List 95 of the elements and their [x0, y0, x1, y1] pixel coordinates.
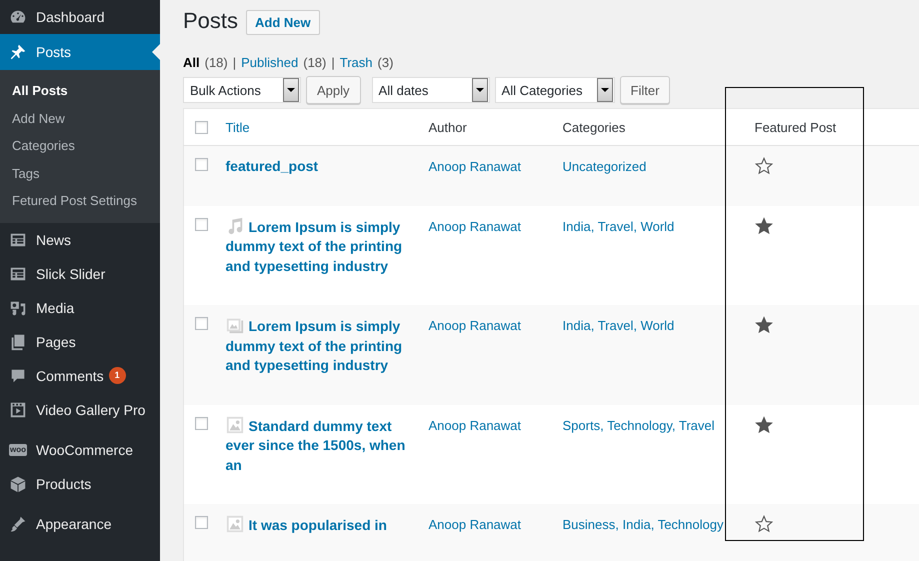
- list-icon: [9, 230, 27, 248]
- post-title-link[interactable]: Standard dummy text ever since the 1500s, when an: [226, 416, 410, 475]
- separator: |: [232, 54, 236, 70]
- author-link[interactable]: Anoop Ranawat: [428, 218, 522, 234]
- star-icon[interactable]: [754, 157, 772, 175]
- menu-item[interactable]: News: [0, 222, 160, 256]
- view-count: (18): [303, 54, 326, 70]
- menu-item[interactable]: Video Gallery Pro: [0, 392, 160, 426]
- pin-icon: [9, 43, 27, 61]
- category-link[interactable]: India,: [562, 318, 594, 333]
- media-icon: [9, 298, 27, 316]
- submenu-item[interactable]: All Posts: [0, 77, 160, 104]
- category-link[interactable]: India,: [622, 517, 654, 532]
- separator: |: [331, 54, 335, 70]
- category-link[interactable]: World: [640, 218, 674, 234]
- video-icon: [9, 400, 27, 418]
- menu-label: Media: [36, 300, 74, 316]
- menu-item[interactable]: Slick Slider: [0, 256, 160, 290]
- menu-item[interactable]: Posts: [0, 34, 160, 70]
- checkbox[interactable]: [195, 317, 208, 330]
- submenu-item[interactable]: Add New: [0, 104, 160, 132]
- count-badge: 1: [108, 367, 126, 384]
- category-link[interactable]: Uncategorized: [562, 159, 646, 174]
- apply-button[interactable]: Apply: [306, 76, 361, 104]
- pages-icon: [9, 332, 27, 350]
- page-title: Posts: [183, 8, 238, 34]
- view-count: (18): [204, 54, 228, 70]
- box-icon: [9, 474, 27, 492]
- author-link[interactable]: Anoop Ranawat: [428, 517, 522, 532]
- list-icon: [9, 264, 27, 282]
- brush-icon: [9, 514, 27, 532]
- column-header: Author: [428, 120, 467, 134]
- image-icon: [226, 416, 244, 434]
- view-count: (3): [378, 54, 394, 70]
- caret-icon: [283, 78, 299, 102]
- view-link[interactable]: Published: [241, 54, 298, 70]
- menu-label: Comments: [36, 368, 104, 384]
- filter-button[interactable]: Filter: [620, 76, 670, 104]
- menu-label: WooCommerce: [36, 442, 133, 458]
- caret-icon: [472, 78, 488, 102]
- author-link[interactable]: Anoop Ranawat: [428, 318, 522, 333]
- menu-item[interactable]: Dashboard: [0, 0, 160, 34]
- category-link[interactable]: Sports,: [562, 418, 604, 432]
- author-link[interactable]: Anoop Ranawat: [428, 418, 522, 432]
- post-title-link[interactable]: Lorem Ipsum is simply dummy text of the printing and typesetting industry: [226, 216, 410, 276]
- menu-item[interactable]: Pages: [0, 324, 160, 358]
- category-link[interactable]: Travel,: [598, 318, 637, 333]
- category-link[interactable]: Technology,: [607, 418, 676, 432]
- menu-item[interactable]: Appearance: [0, 506, 160, 540]
- menu-label: Video Gallery Pro: [36, 402, 146, 418]
- menu-label: News: [36, 232, 72, 248]
- view-link[interactable]: Trash: [340, 54, 373, 70]
- category-link[interactable]: Travel: [678, 418, 715, 432]
- category-link[interactable]: Technology: [658, 517, 724, 532]
- category-link[interactable]: India,: [562, 218, 594, 234]
- column-header: Categories: [562, 120, 626, 134]
- bulk-actions-dropdown[interactable]: Bulk Actions: [183, 77, 301, 103]
- menu-item[interactable]: Comments 1: [0, 358, 160, 392]
- music-note-icon: [226, 216, 244, 234]
- menu-label: Slick Slider: [36, 266, 106, 282]
- menu-label: Products: [36, 476, 92, 492]
- caret-icon: [596, 78, 613, 102]
- author-link[interactable]: Anoop Ranawat: [428, 159, 522, 174]
- category-link[interactable]: Business,: [562, 517, 619, 532]
- submenu-item[interactable]: Categories: [0, 132, 160, 160]
- image-icon: [226, 515, 244, 533]
- column-header[interactable]: Title: [226, 120, 250, 134]
- checkbox[interactable]: [195, 121, 208, 134]
- view-link[interactable]: All: [183, 54, 200, 70]
- star-icon[interactable]: [754, 515, 772, 533]
- submenu-item[interactable]: Tags: [0, 160, 160, 187]
- category-link[interactable]: World: [640, 318, 674, 333]
- menu-label: Pages: [36, 334, 76, 350]
- menu-item[interactable]: woo WooCommerce: [0, 432, 160, 466]
- category-link[interactable]: Travel,: [598, 218, 637, 234]
- add-new-button[interactable]: Add New: [246, 10, 320, 34]
- column-header: Featured Post: [754, 120, 836, 134]
- gallery-icon: [226, 316, 244, 334]
- menu-item[interactable]: Products: [0, 466, 160, 500]
- checkbox[interactable]: [195, 218, 208, 230]
- checkbox[interactable]: [195, 516, 208, 529]
- checkbox[interactable]: [195, 416, 208, 430]
- menu-item[interactable]: Media: [0, 290, 160, 324]
- menu-label: Posts: [36, 44, 72, 60]
- date-dropdown[interactable]: All dates: [372, 77, 490, 103]
- star-icon[interactable]: [754, 316, 772, 334]
- star-icon[interactable]: [754, 416, 772, 434]
- star-icon[interactable]: [754, 216, 772, 234]
- menu-label: Appearance: [36, 516, 112, 532]
- category-dropdown[interactable]: All Categories: [494, 77, 615, 103]
- comment-icon: [9, 366, 27, 384]
- checkbox[interactable]: [195, 158, 208, 171]
- menu-label: Dashboard: [36, 9, 104, 25]
- submenu-item[interactable]: Fetured Post Settings: [0, 187, 160, 214]
- woocommerce-icon: woo: [9, 444, 27, 456]
